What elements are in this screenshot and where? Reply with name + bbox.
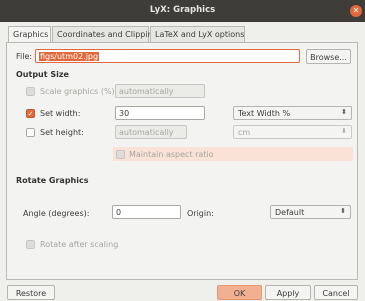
height-unit-select[interactable]: cm ⬍ <box>233 125 352 139</box>
close-icon[interactable]: ✕ <box>350 5 362 17</box>
chevron-updown-icon: ⬍ <box>341 108 347 116</box>
maintain-aspect-checkbox[interactable] <box>116 150 125 159</box>
chevron-updown-icon: ⬍ <box>340 207 346 215</box>
set-height-label: Set height: <box>40 128 84 137</box>
file-input[interactable]: figs/utm02.jpg <box>35 49 300 63</box>
set-height-checkbox[interactable] <box>26 128 35 137</box>
scale-graphics-label: Scale graphics (%): <box>40 87 118 96</box>
origin-label: Origin: <box>187 209 214 218</box>
window-title: LyX: Graphics <box>149 5 216 15</box>
browse-button[interactable]: Browse... <box>306 49 351 64</box>
cancel-button[interactable]: Cancel <box>314 285 358 300</box>
tab-graphics[interactable]: Graphics <box>8 26 51 43</box>
origin-select[interactable]: Default ⬍ <box>270 205 351 219</box>
rotate-graphics-heading: Rotate Graphics <box>16 176 89 185</box>
width-input[interactable]: 30 <box>115 106 205 120</box>
width-unit-select[interactable]: Text Width % ⬍ <box>233 106 352 120</box>
width-unit-value: Text Width % <box>238 109 291 118</box>
angle-label: Angle (degrees): <box>23 209 90 218</box>
height-unit-value: cm <box>238 128 251 137</box>
rotate-after-scaling-checkbox[interactable] <box>26 240 35 249</box>
angle-input[interactable]: 0 <box>112 205 181 219</box>
apply-button[interactable]: Apply <box>265 285 311 300</box>
tab-latex-label: LaTeX and LyX options <box>155 30 245 39</box>
scale-graphics-input[interactable]: automatically <box>115 84 205 98</box>
tab-graphics-label: Graphics <box>13 30 49 39</box>
scale-graphics-checkbox[interactable] <box>26 87 35 96</box>
maintain-aspect-label: Maintain aspect ratio <box>129 150 214 159</box>
height-input[interactable]: automatically <box>115 125 187 139</box>
ok-button[interactable]: OK <box>217 285 262 300</box>
restore-button[interactable]: Restore <box>7 285 55 300</box>
file-input-value: figs/utm02.jpg <box>39 52 100 61</box>
output-size-heading: Output Size <box>16 70 69 79</box>
checkmark-icon: ✓ <box>27 110 34 118</box>
tab-coordinates-and-clipping[interactable]: Coordinates and Clipping <box>52 26 158 42</box>
file-label: File: <box>16 52 33 61</box>
set-width-label: Set width: <box>40 109 81 118</box>
chevron-updown-icon: ⬍ <box>341 127 347 135</box>
rotate-after-scaling-label: Rotate after scaling <box>40 240 119 249</box>
tab-coordinates-label: Coordinates and Clipping <box>57 30 158 39</box>
origin-value: Default <box>275 208 305 217</box>
set-width-checkbox[interactable]: ✓ <box>26 109 35 118</box>
title-bar: LyX: Graphics ✕ <box>0 0 365 22</box>
tab-latex-and-lyx-options[interactable]: LaTeX and LyX options <box>150 26 245 42</box>
